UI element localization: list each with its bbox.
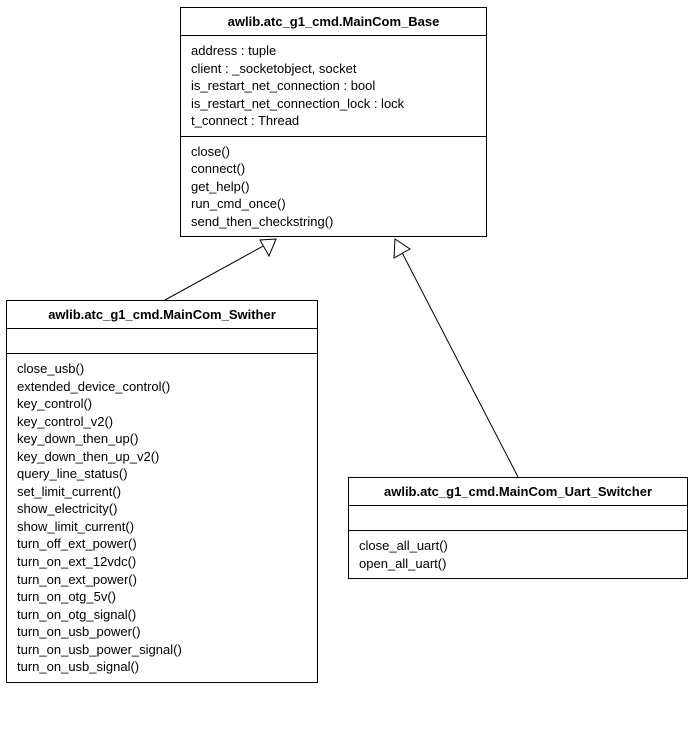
attr-item: address : tuple — [191, 42, 476, 60]
method-item: turn_on_otg_signal() — [17, 606, 307, 624]
method-item: set_limit_current() — [17, 483, 307, 501]
method-item: show_limit_current() — [17, 518, 307, 536]
class-title-uart: awlib.atc_g1_cmd.MainCom_Uart_Switcher — [349, 478, 687, 506]
attr-item: t_connect : Thread — [191, 112, 476, 130]
method-item: turn_on_usb_signal() — [17, 658, 307, 676]
method-item: key_down_then_up() — [17, 430, 307, 448]
class-maincom-swither: awlib.atc_g1_cmd.MainCom_Swither close_u… — [6, 300, 318, 683]
method-item: key_control() — [17, 395, 307, 413]
method-item: close_all_uart() — [359, 537, 677, 555]
class-methods-swither: close_usb() extended_device_control() ke… — [7, 354, 317, 682]
inheritance-arrow-uart — [394, 239, 518, 477]
class-maincom-base: awlib.atc_g1_cmd.MainCom_Base address : … — [180, 7, 487, 237]
class-attributes-base: address : tuple client : _socketobject, … — [181, 36, 486, 137]
method-item: run_cmd_once() — [191, 195, 476, 213]
attr-item: client : _socketobject, socket — [191, 60, 476, 78]
class-title-swither: awlib.atc_g1_cmd.MainCom_Swither — [7, 301, 317, 329]
class-title-base: awlib.atc_g1_cmd.MainCom_Base — [181, 8, 486, 36]
inheritance-arrow-swither — [165, 239, 276, 300]
method-item: close() — [191, 143, 476, 161]
method-item: turn_off_ext_power() — [17, 535, 307, 553]
attr-item: is_restart_net_connection_lock : lock — [191, 95, 476, 113]
class-methods-base: close() connect() get_help() run_cmd_onc… — [181, 137, 486, 237]
method-item: get_help() — [191, 178, 476, 196]
method-item: send_then_checkstring() — [191, 213, 476, 231]
method-item: turn_on_ext_12vdc() — [17, 553, 307, 571]
class-attributes-swither — [7, 329, 317, 354]
method-item: connect() — [191, 160, 476, 178]
method-item: show_electricity() — [17, 500, 307, 518]
method-item: turn_on_usb_power_signal() — [17, 641, 307, 659]
class-attributes-uart — [349, 506, 687, 531]
method-item: key_control_v2() — [17, 413, 307, 431]
method-item: extended_device_control() — [17, 378, 307, 396]
method-item: close_usb() — [17, 360, 307, 378]
attr-item: is_restart_net_connection : bool — [191, 77, 476, 95]
class-methods-uart: close_all_uart() open_all_uart() — [349, 531, 687, 578]
method-item: key_down_then_up_v2() — [17, 448, 307, 466]
method-item: open_all_uart() — [359, 555, 677, 573]
method-item: turn_on_otg_5v() — [17, 588, 307, 606]
method-item: query_line_status() — [17, 465, 307, 483]
method-item: turn_on_usb_power() — [17, 623, 307, 641]
class-maincom-uart-switcher: awlib.atc_g1_cmd.MainCom_Uart_Switcher c… — [348, 477, 688, 579]
method-item: turn_on_ext_power() — [17, 571, 307, 589]
